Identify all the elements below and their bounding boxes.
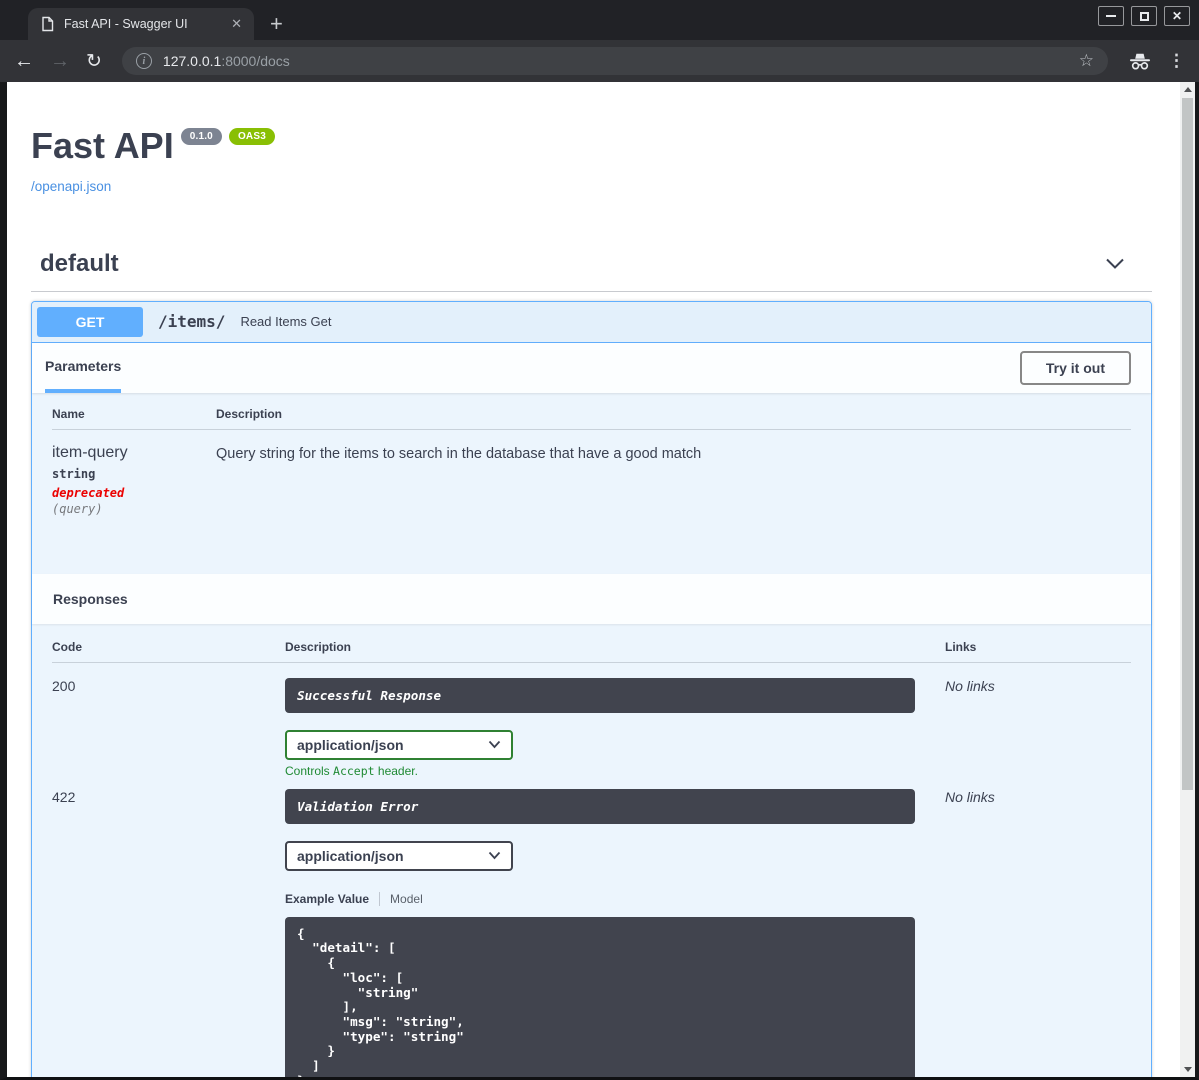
browser-menu-button[interactable]: ⋮ [1168, 51, 1185, 71]
media-type-200-value: application/json [297, 736, 404, 753]
bookmark-star-icon[interactable]: ☆ [1079, 51, 1094, 71]
media-type-select-422[interactable]: application/json [285, 840, 513, 871]
tab-model[interactable]: Model [390, 892, 423, 906]
minimize-icon [1106, 15, 1116, 17]
page-document-icon [40, 16, 55, 32]
url-host: 127.0.0.1 [162, 53, 222, 69]
response-200-body: Successful Response application/json Con… [285, 677, 945, 778]
vertical-scrollbar[interactable] [1180, 82, 1195, 1077]
opblock-get-items: GET /items/ Read Items Get Parameters Tr… [31, 300, 1152, 1077]
close-icon: ✕ [1171, 9, 1183, 23]
accept-note-prefix: Controls [285, 763, 334, 778]
response-422-body: Validation Error application/json Exampl… [285, 788, 945, 1077]
col-code: Code [52, 639, 82, 654]
scrollbar-up-arrow[interactable] [1180, 82, 1195, 97]
scroll-up-icon [1183, 87, 1192, 92]
api-info: Fast API 0.1.0 OAS3 /openapi.json [7, 82, 1180, 196]
address-bar[interactable]: i 127.0.0.1:8000/docs ☆ [121, 47, 1108, 75]
controls-accept-note: Controls Accept header. [285, 764, 945, 778]
tag-divider [31, 290, 1152, 292]
accept-note-suffix: header. [374, 763, 418, 778]
select-chevron-icon [488, 851, 501, 860]
response-row-200: 200 Successful Response application/json… [52, 663, 1131, 778]
media-type-422-value: application/json [297, 847, 404, 864]
response-422-description-block: Validation Error [285, 788, 915, 824]
forward-button[interactable]: → [50, 51, 70, 71]
minimize-button[interactable] [1098, 6, 1124, 26]
tab-title: Fast API - Swagger UI [64, 17, 188, 31]
parameters-header: Parameters Try it out [32, 342, 1151, 393]
site-info-icon[interactable]: i [135, 53, 152, 69]
parameter-row: item-query string deprecated (query) Que… [52, 430, 1131, 516]
operation-summary[interactable]: GET /items/ Read Items Get [32, 301, 1151, 343]
responses-title: Responses [53, 590, 128, 607]
openapi-spec-link[interactable]: /openapi.json [31, 179, 111, 194]
scrollbar-thumb[interactable] [1182, 98, 1193, 790]
new-tab-button[interactable]: + [270, 13, 283, 35]
browser-titlebar: Fast API - Swagger UI ✕ + ✕ [0, 0, 1199, 40]
col-resp-description: Description [285, 639, 352, 654]
responses-table: Code Description Links 200 Successful Re… [32, 624, 1151, 1077]
back-button[interactable]: ← [14, 51, 34, 71]
tag-section-default: default GET /items/ Read Items Get Param… [31, 250, 1152, 1077]
version-badge: 0.1.0 [180, 128, 222, 145]
browser-tab[interactable]: Fast API - Swagger UI ✕ [28, 8, 254, 40]
tab-parameters[interactable]: Parameters [45, 343, 122, 393]
parameter-meta: item-query string deprecated (query) [52, 444, 216, 516]
parameters-label: Parameters [45, 357, 122, 374]
media-type-select-200[interactable]: application/json [285, 729, 513, 760]
page-title: Fast API [31, 125, 174, 166]
col-name: Name [52, 406, 85, 421]
parameter-description: Query string for the items to search in … [216, 445, 702, 462]
http-method-badge: GET [37, 306, 143, 337]
url-path: :8000/docs [221, 53, 290, 69]
maximize-icon [1139, 11, 1149, 21]
response-422-links: No links [945, 788, 995, 805]
parameter-name: item-query [52, 443, 128, 461]
tab-close-icon[interactable]: ✕ [229, 16, 244, 32]
response-200-links: No links [945, 677, 995, 694]
accept-note-code: Accept [333, 763, 375, 778]
chevron-down-icon[interactable] [1104, 256, 1126, 272]
scrollbar-down-arrow[interactable] [1180, 1062, 1195, 1077]
browser-toolbar: ← → ↻ i 127.0.0.1:8000/docs ☆ ⋮ [0, 40, 1199, 82]
oas3-badge: OAS3 [228, 128, 275, 145]
parameters-table: Name Description item-query string depre… [32, 393, 1151, 574]
col-links: Links [945, 639, 977, 654]
tab-example-value[interactable]: Example Value [285, 892, 369, 906]
parameter-location: (query) [52, 501, 103, 516]
try-it-out-button[interactable]: Try it out [1019, 350, 1131, 385]
select-chevron-icon [488, 740, 501, 749]
tag-header[interactable]: default [31, 250, 1152, 278]
api-title-row: Fast API 0.1.0 OAS3 [31, 126, 1152, 166]
example-model-tabs: Example Value Model [285, 891, 945, 906]
example-json-block: { "detail": [ { "loc": [ "string" ], "ms… [285, 916, 915, 1077]
window-controls: ✕ [1098, 6, 1190, 26]
operation-description: Read Items Get [240, 314, 332, 330]
responses-table-head: Code Description Links [52, 624, 1131, 663]
url-text[interactable]: 127.0.0.1:8000/docs [163, 53, 290, 69]
page-viewport: Fast API 0.1.0 OAS3 /openapi.json defaul… [0, 82, 1199, 1080]
response-code-200: 200 [52, 677, 76, 694]
tab-separator [379, 891, 381, 906]
response-200-description-block: Successful Response [285, 677, 915, 713]
scroll-down-icon [1183, 1067, 1192, 1072]
parameters-table-head: Name Description [52, 393, 1131, 430]
tag-name: default [40, 249, 119, 277]
reload-button[interactable]: ↻ [86, 52, 102, 71]
parameter-type: string [52, 466, 96, 481]
operation-path: /items/ [158, 312, 226, 332]
response-row-422: 422 Validation Error application/json Ex… [52, 778, 1131, 1077]
response-code-422: 422 [52, 788, 76, 805]
responses-header: Responses [32, 573, 1151, 624]
incognito-icon [1128, 51, 1152, 71]
parameter-deprecated-flag: deprecated [52, 485, 125, 500]
swagger-page: Fast API 0.1.0 OAS3 /openapi.json defaul… [7, 82, 1180, 1077]
col-description: Description [216, 406, 283, 421]
maximize-button[interactable] [1131, 6, 1157, 26]
close-button[interactable]: ✕ [1164, 6, 1190, 26]
